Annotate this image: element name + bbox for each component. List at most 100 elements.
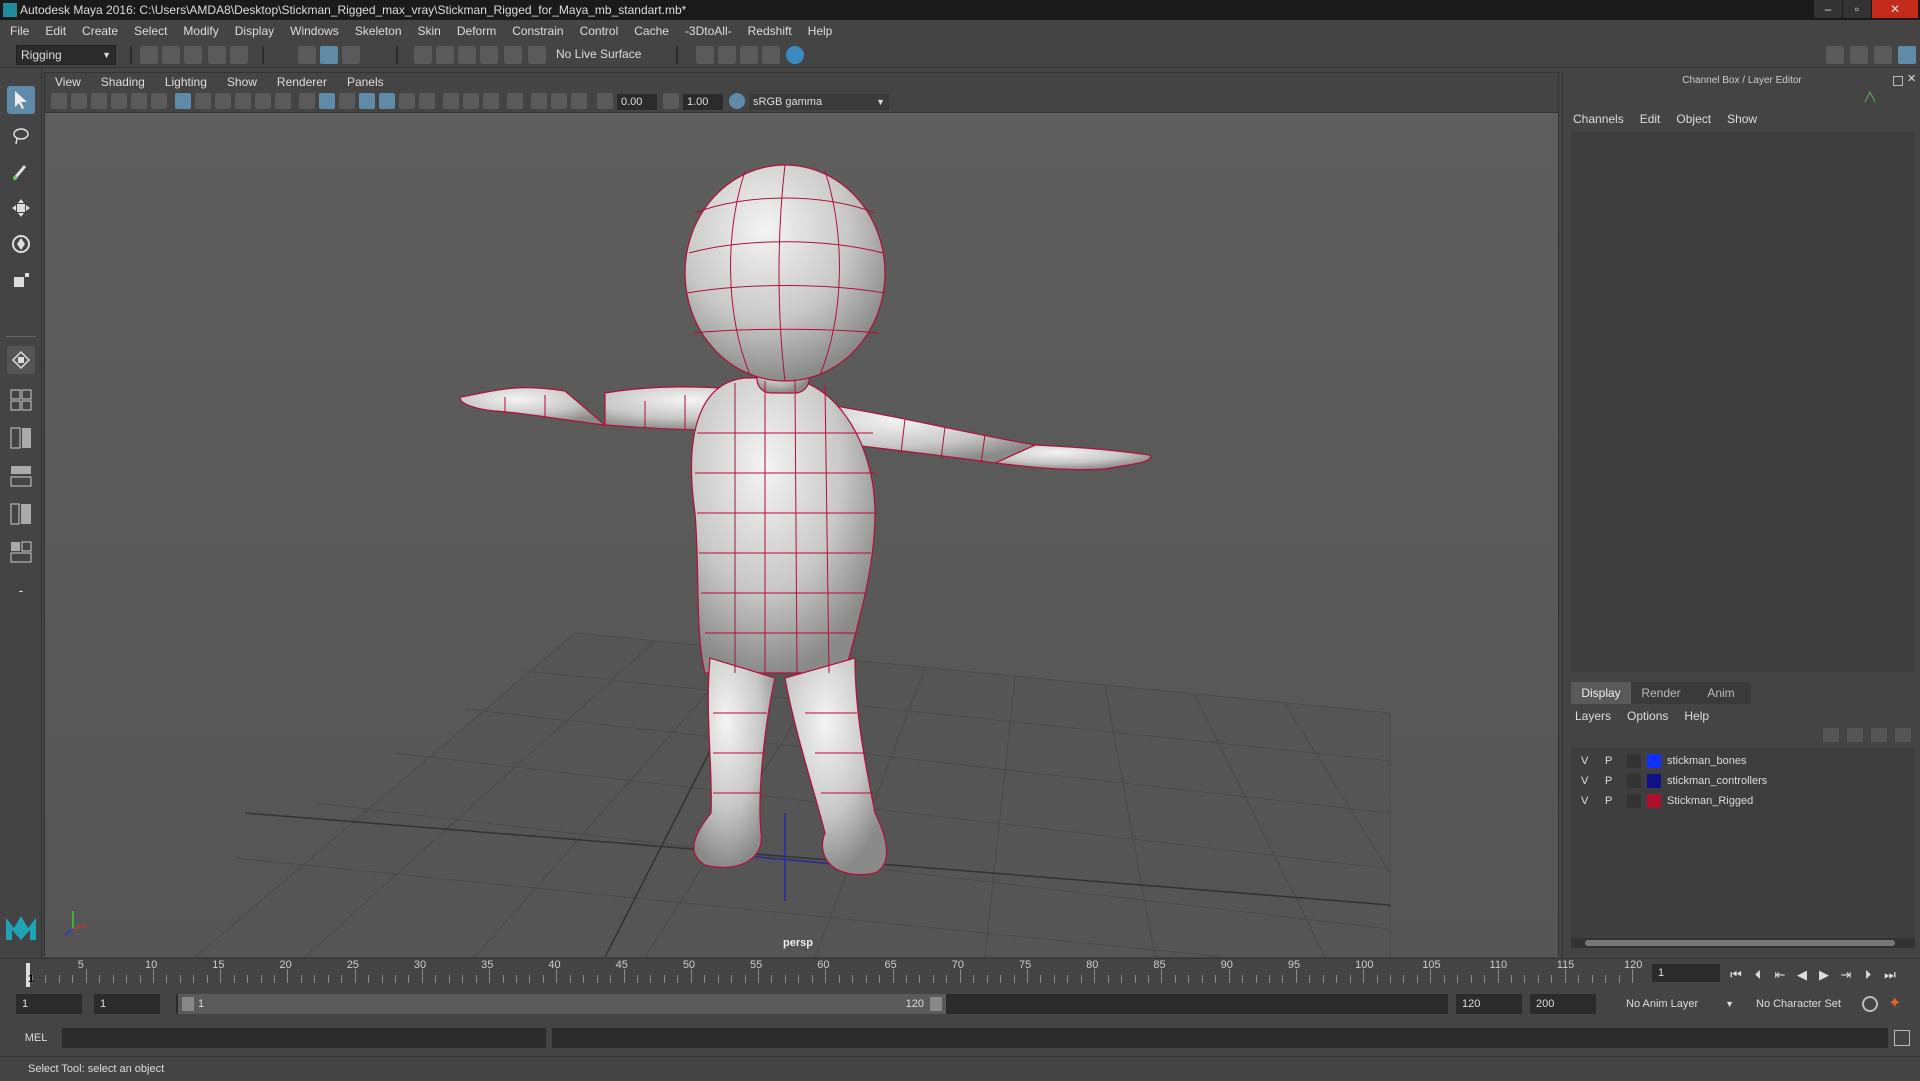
script-editor-icon[interactable]: [1894, 1030, 1910, 1046]
xray-icon[interactable]: [531, 93, 547, 109]
menu-create[interactable]: Create: [82, 24, 118, 38]
float-panel-icon[interactable]: [1893, 76, 1903, 86]
step-forward-frame-icon[interactable]: ⏵: [1860, 967, 1876, 983]
range-bar[interactable]: 1 120: [178, 994, 946, 1014]
menu-help[interactable]: Help: [808, 24, 833, 38]
menuset-dropdown[interactable]: Rigging ▼: [16, 45, 116, 65]
field-chart-icon[interactable]: [255, 93, 271, 109]
minimize-button[interactable]: –: [1814, 0, 1842, 18]
time-slider[interactable]: 5 10 15 20 25 30 35 40 45 50 55 60 65 70 75 80 85 90 95 100…: [0, 958, 1920, 988]
time-ruler[interactable]: 5 10 15 20 25 30 35 40 45 50 55 60 65 70 75 80 85 90 95 100…: [28, 959, 1642, 989]
select-tool-icon[interactable]: [7, 86, 35, 114]
menu-control[interactable]: Control: [580, 24, 619, 38]
move-tool-icon[interactable]: [7, 194, 35, 222]
select-by-object-icon[interactable]: [320, 46, 338, 64]
attribute-editor-icon[interactable]: [1850, 46, 1868, 64]
layer-help-menu[interactable]: Help: [1684, 706, 1709, 726]
anti-aliasing-icon[interactable]: [463, 93, 479, 109]
snap-grid-icon[interactable]: [414, 46, 432, 64]
paint-select-tool-icon[interactable]: [7, 158, 35, 186]
layout-outliner-view-icon[interactable]: [7, 462, 35, 490]
channel-object-menu[interactable]: Object: [1676, 112, 1711, 126]
snap-surface-icon[interactable]: [504, 46, 522, 64]
xray-joints-icon[interactable]: [571, 93, 587, 109]
channel-edit-menu[interactable]: Edit: [1640, 112, 1661, 126]
save-scene-icon[interactable]: [184, 46, 202, 64]
play-backwards-icon[interactable]: ◀: [1794, 967, 1810, 983]
range-start-handle[interactable]: [182, 997, 194, 1011]
go-to-start-icon[interactable]: ⏮: [1728, 967, 1744, 983]
gamma-field[interactable]: 1.00: [683, 94, 723, 110]
layer-playback-toggle[interactable]: P: [1605, 752, 1612, 770]
playback-start-field[interactable]: 1: [94, 994, 160, 1014]
animation-preferences-icon[interactable]: ✦: [1888, 994, 1908, 1014]
screen-space-ao-icon[interactable]: [419, 93, 435, 109]
menu-constrain[interactable]: Constrain: [512, 24, 563, 38]
menu-edit[interactable]: Edit: [45, 24, 66, 38]
select-by-component-icon[interactable]: [342, 46, 360, 64]
viewport-menu-view[interactable]: View: [55, 75, 81, 89]
shadows-icon[interactable]: [399, 93, 415, 109]
menu-3dtoall[interactable]: -3DtoAll-: [685, 24, 732, 38]
layer-color-swatch[interactable]: [1647, 794, 1661, 808]
layer-name[interactable]: Stickman_Rigged: [1667, 792, 1753, 810]
render-view-icon[interactable]: [786, 46, 804, 64]
camera-attributes-icon[interactable]: [71, 93, 87, 109]
render-settings-icon[interactable]: [740, 46, 758, 64]
command-language-toggle[interactable]: MEL: [16, 1028, 56, 1048]
menu-skin[interactable]: Skin: [418, 24, 441, 38]
snap-view-plane-icon[interactable]: [480, 46, 498, 64]
menu-select[interactable]: Select: [134, 24, 167, 38]
two-d-pan-zoom-icon[interactable]: [131, 93, 147, 109]
viewport-menu-renderer[interactable]: Renderer: [277, 75, 327, 89]
safe-action-icon[interactable]: [275, 93, 291, 109]
modeling-toolkit-icon[interactable]: [1826, 46, 1844, 64]
viewport-menu-lighting[interactable]: Lighting: [165, 75, 207, 89]
snap-curve-icon[interactable]: [436, 46, 454, 64]
rotate-tool-icon[interactable]: [7, 230, 35, 258]
color-management-icon[interactable]: [729, 93, 745, 109]
use-all-lights-icon[interactable]: [379, 93, 395, 109]
xray-active-components-icon[interactable]: [551, 93, 567, 109]
hypershade-icon[interactable]: [762, 46, 780, 64]
render-current-frame-icon[interactable]: [696, 46, 714, 64]
snap-point-icon[interactable]: [458, 46, 476, 64]
smooth-shade-icon[interactable]: [319, 93, 335, 109]
go-to-end-icon[interactable]: ⏭: [1882, 967, 1898, 983]
tab-display[interactable]: Display: [1571, 682, 1631, 704]
character-set-dropdown[interactable]: No Character Set: [1750, 994, 1862, 1014]
layout-graph-view-icon[interactable]: [7, 500, 35, 528]
channel-show-menu[interactable]: Show: [1727, 112, 1757, 126]
layer-row[interactable]: V P stickman_controllers: [1577, 772, 1920, 790]
play-forwards-icon[interactable]: ▶: [1816, 967, 1832, 983]
gamma-icon[interactable]: [663, 93, 679, 109]
gate-mask-icon[interactable]: [235, 93, 251, 109]
wireframe-on-shaded-icon[interactable]: [339, 93, 355, 109]
animation-start-field[interactable]: 1: [16, 994, 82, 1014]
layer-scrollbar[interactable]: [1571, 938, 1915, 948]
undo-icon[interactable]: [208, 46, 226, 64]
step-back-frame-icon[interactable]: ⏴: [1750, 967, 1766, 983]
ipr-render-icon[interactable]: [718, 46, 736, 64]
maximize-button[interactable]: ▫: [1843, 0, 1871, 18]
range-track[interactable]: 1 120: [176, 994, 1448, 1014]
layer-options-menu[interactable]: Options: [1627, 706, 1668, 726]
menu-file[interactable]: File: [10, 24, 29, 38]
step-back-key-icon[interactable]: ⇤: [1772, 967, 1788, 983]
current-frame-field[interactable]: 1: [1652, 964, 1720, 982]
layer-type-toggle[interactable]: [1627, 794, 1641, 808]
viewport-menu-shading[interactable]: Shading: [101, 75, 145, 89]
anim-layer-dropdown[interactable]: No Anim Layer ▼: [1620, 994, 1738, 1014]
tab-anim[interactable]: Anim: [1691, 682, 1751, 704]
move-layer-up-icon[interactable]: [1823, 728, 1839, 742]
move-layer-down-icon[interactable]: [1847, 728, 1863, 742]
image-plane-icon[interactable]: [111, 93, 127, 109]
channels-menu[interactable]: Channels: [1573, 112, 1624, 126]
grease-pencil-icon[interactable]: [151, 93, 167, 109]
layout-four-view-icon[interactable]: [7, 386, 35, 414]
color-space-dropdown[interactable]: sRGB gamma ▼: [749, 94, 889, 110]
last-used-tool-icon[interactable]: [7, 346, 35, 374]
new-layer-from-selection-icon[interactable]: [1895, 728, 1911, 742]
menu-windows[interactable]: Windows: [290, 24, 339, 38]
live-surface-field[interactable]: No Live Surface: [552, 45, 656, 65]
